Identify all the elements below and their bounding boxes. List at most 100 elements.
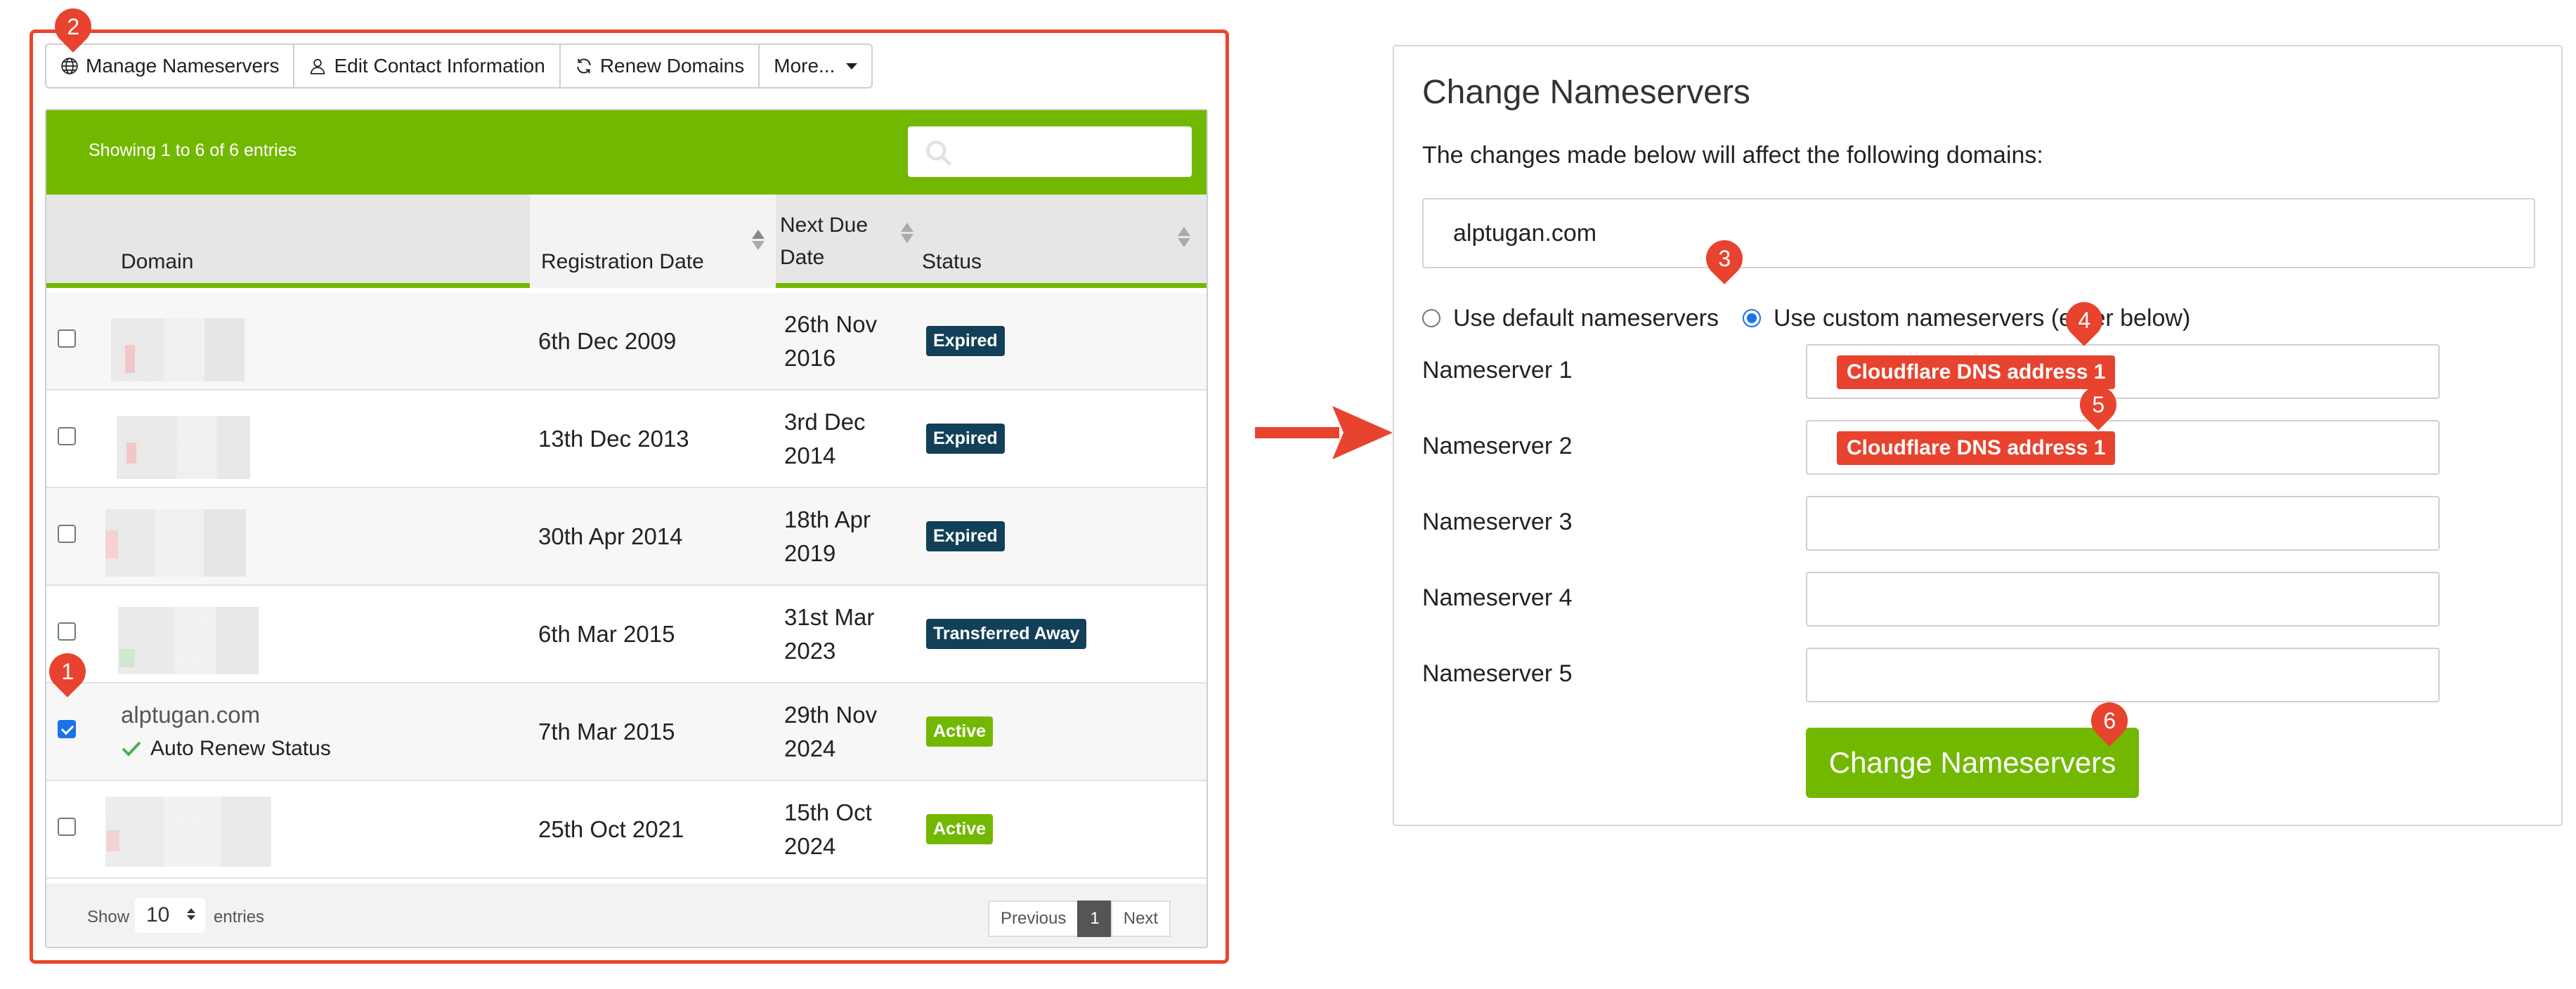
next-page-button[interactable]: Next [1110, 900, 1171, 937]
nameserver-1-input[interactable]: Cloudflare DNS address 1 [1806, 344, 2440, 399]
page-1-button[interactable]: 1 [1077, 900, 1112, 937]
domain-toolbar: Manage Nameservers Edit Contact Informat… [45, 44, 873, 89]
due-date-year: 2024 [784, 832, 836, 859]
table-search-input[interactable] [908, 126, 1192, 177]
row-checkbox[interactable] [58, 427, 76, 445]
renew-domains-label: Renew Domains [599, 55, 745, 77]
due-date-year: 2024 [784, 735, 836, 761]
sort-icon [901, 223, 913, 243]
due-date-line: 31st Mar [784, 603, 875, 630]
blurred-domain-name [105, 797, 271, 867]
nameserver-5-label: Nameserver 5 [1422, 660, 1573, 687]
blurred-mark [105, 530, 118, 558]
table-row[interactable]: 30th Apr 2014 18th Apr 2019 Expired [46, 488, 1206, 586]
refresh-icon [577, 58, 591, 74]
panel-description: The changes made below will affect the f… [1422, 142, 2043, 169]
row-checkbox[interactable] [58, 720, 76, 738]
nameserver-4-label: Nameserver 4 [1422, 584, 1573, 611]
due-date-year: 2014 [784, 442, 836, 469]
nameserver-2-input[interactable]: Cloudflare DNS address 1 [1806, 420, 2440, 475]
row-checkbox[interactable] [58, 329, 76, 348]
nameserver-4-input[interactable] [1806, 572, 2440, 627]
due-date-cell: 3rd Dec 2014 [784, 391, 866, 487]
status-cell: Active [926, 683, 994, 780]
check-icon [122, 741, 141, 757]
status-badge: Active [926, 716, 994, 747]
table-row[interactable]: 6th Mar 2015 31st Mar 2023 Transferred A… [46, 586, 1206, 683]
change-nameservers-button[interactable]: Change Nameservers [1806, 728, 2139, 798]
status-badge: Transferred Away [926, 619, 1087, 649]
blurred-mark [126, 443, 136, 464]
column-header-registration-date[interactable]: Registration Date [530, 195, 776, 288]
due-date-cell: 18th Apr 2019 [784, 488, 871, 584]
table-row[interactable]: alptugan.com Auto Renew Status 7th Mar 2… [46, 683, 1206, 781]
registration-date-cell: 6th Dec 2009 [538, 327, 677, 354]
annotation-tag: Cloudflare DNS address 1 [1837, 431, 2116, 465]
previous-page-button[interactable]: Previous [988, 900, 1079, 937]
nameserver-3-input[interactable] [1806, 496, 2440, 551]
default-nameservers-label: Use default nameservers [1453, 304, 1719, 332]
registration-date-cell: 6th Mar 2015 [538, 620, 675, 647]
nameserver-3-label: Nameserver 3 [1422, 509, 1573, 535]
globe-icon [61, 58, 78, 74]
table-row[interactable]: 13th Dec 2013 3rd Dec 2014 Expired [46, 391, 1206, 488]
domain-cell: alptugan.com Auto Renew Status [121, 683, 331, 780]
select-arrows-icon [187, 908, 195, 920]
show-label: Show [87, 908, 130, 926]
entries-info: Showing 1 to 6 of 6 entries [89, 140, 297, 160]
table-row[interactable]: 25th Oct 2021 15th Oct 2024 Active [46, 781, 1206, 879]
nameserver-1-label: Nameserver 1 [1422, 357, 1573, 384]
status-cell: Expired [926, 293, 1005, 389]
registration-date-cell: 7th Mar 2015 [538, 718, 675, 745]
default-nameservers-radio[interactable] [1422, 309, 1440, 327]
edit-contact-label: Edit Contact Information [334, 55, 545, 77]
row-checkbox[interactable] [58, 525, 76, 543]
column-header-next-due-date[interactable]: Next Due Date [780, 195, 918, 288]
status-badge: Active [926, 814, 994, 844]
auto-renew-label: Auto Renew Status [150, 736, 331, 760]
row-checkbox[interactable] [58, 818, 76, 836]
table-head: Domain Registration Date Next Due Date S… [46, 195, 1206, 288]
column-header-status[interactable]: Status [922, 195, 1203, 288]
due-date-cell: 29th Nov 2024 [784, 683, 877, 780]
step-number: 3 [1718, 245, 1731, 271]
column-header-domain[interactable]: Domain [121, 195, 571, 288]
blurred-mark [119, 649, 135, 667]
blurred-domain-name [118, 607, 259, 674]
table-row[interactable]: 6th Dec 2009 26th Nov 2016 Expired [46, 293, 1206, 391]
caret-down-icon [846, 63, 858, 70]
more-dropdown-button[interactable]: More... [758, 44, 873, 89]
registration-date-cell: 25th Oct 2021 [538, 816, 684, 842]
step-number: 1 [61, 658, 74, 684]
status-label: Status [922, 250, 982, 273]
due-date-cell: 26th Nov 2016 [784, 293, 877, 389]
status-cell: Active [926, 781, 994, 877]
due-date-line: 3rd Dec [784, 408, 866, 435]
due-date-cell: 15th Oct 2024 [784, 781, 872, 877]
step-number: 2 [67, 13, 79, 39]
custom-nameservers-radio[interactable] [1742, 309, 1761, 327]
edit-contact-button[interactable]: Edit Contact Information [293, 44, 561, 89]
row-checkbox[interactable] [58, 622, 76, 641]
domain-name[interactable]: alptugan.com [121, 698, 260, 732]
nameserver-5-input[interactable] [1806, 648, 2440, 702]
sort-icon [1178, 227, 1190, 247]
step-number: 6 [2103, 707, 2116, 733]
blurred-mark [125, 345, 135, 373]
due-date-year: 2019 [784, 539, 836, 566]
select-column-header [46, 195, 110, 288]
status-badge: Expired [926, 326, 1005, 356]
page-size-select[interactable]: 10 [135, 898, 205, 933]
annotation-tag: Cloudflare DNS address 1 [1837, 355, 2116, 389]
registration-date-label: Registration Date [541, 250, 704, 273]
page-size-value: 10 [146, 903, 170, 926]
renew-domains-button[interactable]: Renew Domains [559, 44, 760, 89]
pagination: Previous 1 Next [988, 900, 1171, 937]
manage-nameservers-button[interactable]: Manage Nameservers [45, 44, 295, 89]
due-date-year: 2016 [784, 344, 836, 371]
auto-renew-status: Auto Renew Status [121, 732, 331, 766]
due-date-line: 18th Apr [784, 506, 871, 532]
step-number: 5 [2092, 391, 2105, 417]
more-label: More... [774, 55, 835, 77]
status-badge: Expired [926, 424, 1005, 454]
